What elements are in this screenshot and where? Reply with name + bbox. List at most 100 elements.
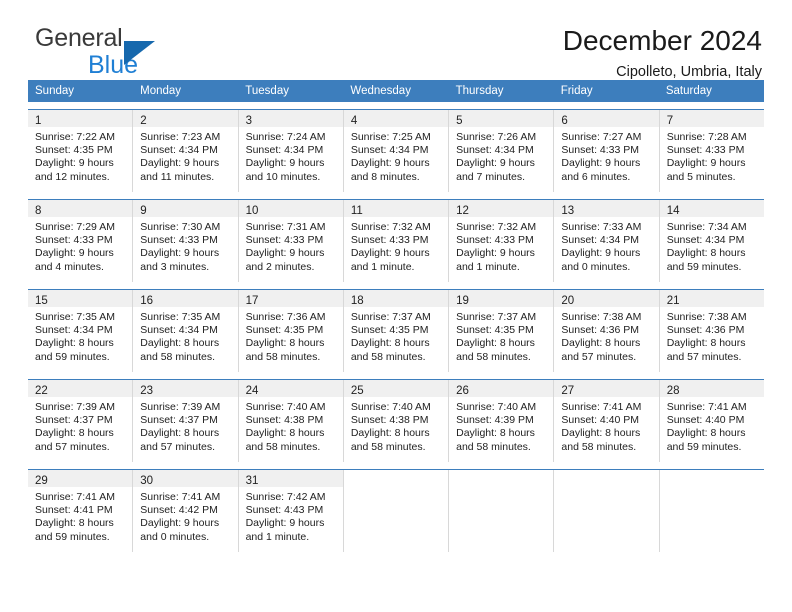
sunset-text: Sunset: 4:34 PM — [245, 144, 324, 157]
day-details: Sunrise: 7:38 AM Sunset: 4:36 PM Dayligh… — [660, 307, 764, 364]
day-cell[interactable]: 8 Sunrise: 7:29 AM Sunset: 4:33 PM Dayli… — [28, 200, 134, 282]
daylight-text-line2: and 58 minutes. — [456, 350, 531, 363]
day-cell[interactable]: 27 Sunrise: 7:41 AM Sunset: 4:40 PM Dayl… — [554, 380, 660, 462]
day-cell[interactable]: 21 Sunrise: 7:38 AM Sunset: 4:36 PM Dayl… — [659, 290, 764, 372]
sunset-text: Sunset: 4:35 PM — [245, 324, 324, 337]
triangle-icon — [124, 41, 155, 65]
sunrise-text: Sunrise: 7:34 AM — [666, 221, 747, 233]
daylight-text-line1: Daylight: 9 hours — [350, 247, 430, 260]
daylight-text-line2: and 58 minutes. — [350, 440, 426, 453]
daylight-text-line2: and 11 minutes. — [140, 170, 215, 183]
daylight-text-line2: and 57 minutes. — [35, 440, 110, 453]
day-number-band: 29 — [28, 470, 133, 487]
sunrise-text: Sunrise: 7:39 AM — [140, 401, 221, 413]
daylight-text-line2: and 58 minutes. — [456, 440, 531, 453]
daylight-text-line2: and 58 minutes. — [350, 350, 426, 363]
week-row: 22 Sunrise: 7:39 AM Sunset: 4:37 PM Dayl… — [28, 379, 764, 462]
day-cell[interactable]: 3 Sunrise: 7:24 AM Sunset: 4:34 PM Dayli… — [238, 110, 344, 192]
day-details: Sunrise: 7:40 AM Sunset: 4:38 PM Dayligh… — [344, 397, 448, 454]
day-cell[interactable]: 14 Sunrise: 7:34 AM Sunset: 4:34 PM Dayl… — [659, 200, 764, 282]
day-cell[interactable]: 16 Sunrise: 7:35 AM Sunset: 4:34 PM Dayl… — [133, 290, 239, 372]
day-number: 25 — [350, 385, 364, 397]
day-cell[interactable]: 4 Sunrise: 7:25 AM Sunset: 4:34 PM Dayli… — [343, 110, 450, 192]
day-cell[interactable]: 1 Sunrise: 7:22 AM Sunset: 4:35 PM Dayli… — [28, 110, 134, 192]
daylight-text-line1: Daylight: 9 hours — [35, 247, 114, 260]
calendar-grid: Sunday Monday Tuesday Wednesday Thursday… — [28, 80, 764, 552]
daylight-text-line1: Daylight: 8 hours — [35, 337, 114, 350]
sunrise-text: Sunrise: 7:37 AM — [456, 311, 537, 323]
sunrise-text: Sunrise: 7:35 AM — [140, 311, 221, 323]
day-cell[interactable]: 17 Sunrise: 7:36 AM Sunset: 4:35 PM Dayl… — [238, 290, 344, 372]
day-number: 31 — [245, 475, 259, 487]
day-number: 4 — [350, 115, 358, 127]
day-details: Sunrise: 7:37 AM Sunset: 4:35 PM Dayligh… — [449, 307, 553, 364]
day-details: Sunrise: 7:40 AM Sunset: 4:38 PM Dayligh… — [239, 397, 343, 454]
daylight-text-line1: Daylight: 9 hours — [666, 157, 746, 170]
day-number-band: 7 — [659, 110, 764, 127]
day-details: Sunrise: 7:34 AM Sunset: 4:34 PM Dayligh… — [660, 217, 764, 274]
daylight-text-line1: Daylight: 8 hours — [245, 427, 325, 440]
sunrise-text: Sunrise: 7:28 AM — [666, 131, 747, 143]
day-number-band: 26 — [449, 380, 554, 397]
day-number-band — [449, 470, 553, 487]
sunset-text: Sunset: 4:33 PM — [561, 144, 640, 157]
day-cell[interactable]: 13 Sunrise: 7:33 AM Sunset: 4:34 PM Dayl… — [554, 200, 660, 282]
day-number-band: 8 — [28, 200, 133, 217]
day-cell[interactable]: 5 Sunrise: 7:26 AM Sunset: 4:34 PM Dayli… — [449, 110, 555, 192]
sunrise-text: Sunrise: 7:30 AM — [140, 221, 221, 233]
day-cell[interactable]: 19 Sunrise: 7:37 AM Sunset: 4:35 PM Dayl… — [449, 290, 555, 372]
day-cell[interactable]: 30 Sunrise: 7:41 AM Sunset: 4:42 PM Dayl… — [133, 470, 239, 552]
day-number-band: 4 — [343, 110, 449, 127]
brand-logo[interactable]: General Blue — [28, 26, 238, 82]
sunset-text: Sunset: 4:35 PM — [35, 144, 113, 157]
daylight-text-line1: Daylight: 8 hours — [35, 427, 114, 440]
daylight-text-line1: Daylight: 8 hours — [561, 427, 641, 440]
daylight-text-line2: and 1 minute. — [456, 260, 520, 273]
sunset-text: Sunset: 4:34 PM — [666, 234, 745, 247]
day-cell[interactable]: 7 Sunrise: 7:28 AM Sunset: 4:33 PM Dayli… — [659, 110, 764, 192]
day-cell[interactable]: 2 Sunrise: 7:23 AM Sunset: 4:34 PM Dayli… — [133, 110, 239, 192]
week-row: 29 Sunrise: 7:41 AM Sunset: 4:41 PM Dayl… — [28, 469, 764, 552]
daylight-text-line1: Daylight: 9 hours — [245, 157, 325, 170]
day-cell[interactable]: 23 Sunrise: 7:39 AM Sunset: 4:37 PM Dayl… — [133, 380, 239, 462]
day-cell[interactable]: 31 Sunrise: 7:42 AM Sunset: 4:43 PM Dayl… — [238, 470, 344, 552]
day-cell[interactable]: 9 Sunrise: 7:30 AM Sunset: 4:33 PM Dayli… — [133, 200, 239, 282]
day-number-band: 10 — [238, 200, 343, 217]
day-cell[interactable]: 10 Sunrise: 7:31 AM Sunset: 4:33 PM Dayl… — [238, 200, 344, 282]
daylight-text-line1: Daylight: 9 hours — [245, 517, 325, 530]
day-cell[interactable]: 29 Sunrise: 7:41 AM Sunset: 4:41 PM Dayl… — [28, 470, 134, 552]
day-cell-empty — [449, 470, 555, 552]
day-cell[interactable]: 18 Sunrise: 7:37 AM Sunset: 4:35 PM Dayl… — [343, 290, 450, 372]
day-number-band: 6 — [554, 110, 659, 127]
day-cell[interactable]: 12 Sunrise: 7:32 AM Sunset: 4:33 PM Dayl… — [449, 200, 555, 282]
daylight-text-line1: Daylight: 9 hours — [140, 157, 220, 170]
day-details: Sunrise: 7:32 AM Sunset: 4:33 PM Dayligh… — [344, 217, 448, 274]
day-cell[interactable]: 15 Sunrise: 7:35 AM Sunset: 4:34 PM Dayl… — [28, 290, 134, 372]
sunset-text: Sunset: 4:34 PM — [350, 144, 429, 157]
title-block: December 2024 Cipolleto, Umbria, Italy — [563, 25, 764, 80]
day-number-band: 18 — [343, 290, 449, 307]
day-cell[interactable]: 24 Sunrise: 7:40 AM Sunset: 4:38 PM Dayl… — [238, 380, 344, 462]
sunrise-text: Sunrise: 7:27 AM — [561, 131, 642, 143]
daylight-text-line1: Daylight: 8 hours — [666, 337, 746, 350]
day-number: 11 — [350, 205, 363, 217]
day-cell[interactable]: 6 Sunrise: 7:27 AM Sunset: 4:33 PM Dayli… — [554, 110, 660, 192]
sunset-text: Sunset: 4:36 PM — [666, 324, 745, 337]
day-details: Sunrise: 7:22 AM Sunset: 4:35 PM Dayligh… — [28, 127, 132, 184]
day-cell[interactable]: 22 Sunrise: 7:39 AM Sunset: 4:37 PM Dayl… — [28, 380, 134, 462]
day-cell[interactable]: 26 Sunrise: 7:40 AM Sunset: 4:39 PM Dayl… — [449, 380, 555, 462]
day-cell[interactable]: 28 Sunrise: 7:41 AM Sunset: 4:40 PM Dayl… — [659, 380, 764, 462]
daylight-text-line2: and 0 minutes. — [140, 530, 210, 543]
day-cell[interactable]: 25 Sunrise: 7:40 AM Sunset: 4:38 PM Dayl… — [343, 380, 450, 462]
day-cell[interactable]: 20 Sunrise: 7:38 AM Sunset: 4:36 PM Dayl… — [554, 290, 660, 372]
day-number: 15 — [35, 295, 48, 307]
weekday-header-friday: Friday — [560, 85, 593, 97]
sunset-text: Sunset: 4:34 PM — [140, 144, 218, 157]
day-details: Sunrise: 7:32 AM Sunset: 4:33 PM Dayligh… — [449, 217, 553, 274]
day-cell[interactable]: 11 Sunrise: 7:32 AM Sunset: 4:33 PM Dayl… — [343, 200, 450, 282]
weekday-header-tuesday: Tuesday — [245, 85, 289, 97]
sunset-text: Sunset: 4:37 PM — [35, 414, 113, 427]
daylight-text-line1: Daylight: 8 hours — [666, 427, 746, 440]
day-details: Sunrise: 7:25 AM Sunset: 4:34 PM Dayligh… — [344, 127, 448, 184]
sunrise-text: Sunrise: 7:32 AM — [456, 221, 537, 233]
